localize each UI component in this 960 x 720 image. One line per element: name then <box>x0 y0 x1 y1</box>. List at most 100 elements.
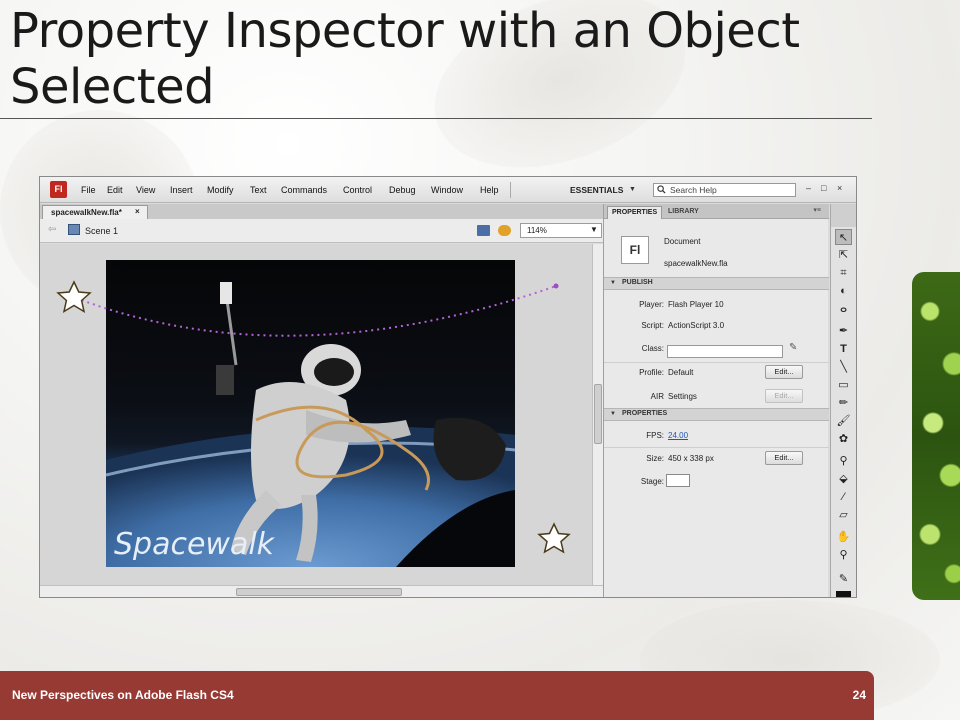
eyedropper-tool-icon[interactable]: ⁄ <box>835 489 852 505</box>
menu-insert[interactable]: Insert <box>170 185 193 195</box>
edit-scene-icon[interactable] <box>477 225 490 236</box>
menu-window[interactable]: Window <box>431 185 463 195</box>
document-type-icon: Fl <box>621 236 649 264</box>
fps-value[interactable]: 24.00 <box>668 431 688 440</box>
divider <box>604 447 829 448</box>
edit-bar: ⇦ Scene 1 114% ▼ <box>40 219 603 243</box>
line-tool-icon[interactable]: ╲ <box>835 359 852 375</box>
subselection-tool-icon[interactable]: ⇱ <box>835 247 852 263</box>
properties-section-header[interactable]: ▼ PROPERTIES <box>604 408 829 421</box>
zoom-tool-icon[interactable]: ⚲ <box>835 547 852 563</box>
scene-icon <box>68 224 80 235</box>
tab-library[interactable]: LIBRARY <box>664 206 703 219</box>
document-type-label: Document <box>664 237 701 246</box>
eraser-tool-icon[interactable]: ▱ <box>835 507 852 523</box>
profile-value: Default <box>668 368 694 377</box>
horizontal-scrollbar[interactable] <box>40 585 603 597</box>
menu-edit[interactable]: Edit <box>107 185 123 195</box>
chevron-down-icon[interactable]: ▼ <box>629 186 636 193</box>
air-edit-button[interactable]: Edit... <box>765 389 803 403</box>
zoom-select[interactable]: 114% ▼ <box>520 223 602 238</box>
vertical-scrollbar[interactable] <box>592 244 603 585</box>
close-tab-icon[interactable]: × <box>135 207 140 216</box>
scroll-thumb[interactable] <box>236 588 402 596</box>
edit-symbols-icon[interactable] <box>498 225 511 236</box>
stage-pasteboard[interactable]: Spacewalk <box>40 244 592 585</box>
decorative-leaf-image <box>912 272 960 600</box>
restore-icon[interactable]: □ <box>821 183 826 193</box>
motion-guide-path[interactable] <box>75 285 557 337</box>
collapse-triangle-icon: ▼ <box>610 411 616 417</box>
scene-label[interactable]: Scene 1 <box>85 226 118 236</box>
document-tab[interactable]: spacewalkNew.fla* × <box>42 205 148 219</box>
stroke-color-icon[interactable]: ✎ <box>835 571 852 587</box>
free-transform-tool-icon[interactable]: ⌗ <box>835 265 852 281</box>
brush-tool-icon[interactable]: 🖌 <box>835 413 852 429</box>
star-icon[interactable] <box>56 280 92 314</box>
scroll-thumb[interactable] <box>594 384 602 444</box>
flash-app-window: Fl File Edit View Insert Modify Text Com… <box>39 176 857 598</box>
document-tab-bar: spacewalkNew.fla* × <box>40 204 603 219</box>
menu-debug[interactable]: Debug <box>389 185 416 195</box>
page-number: 24 <box>852 688 866 702</box>
close-icon[interactable]: × <box>837 183 842 193</box>
fill-color-swatch[interactable] <box>836 591 851 597</box>
motion-path-endpoint[interactable] <box>553 283 559 289</box>
tab-properties[interactable]: PROPERTIES <box>607 206 663 219</box>
search-icon <box>657 185 666 194</box>
size-edit-button[interactable]: Edit... <box>765 451 803 465</box>
menu-separator <box>510 182 511 198</box>
hand-tool-icon[interactable]: ✋ <box>835 529 852 545</box>
chevron-down-icon: ▼ <box>590 225 598 234</box>
menu-commands[interactable]: Commands <box>281 185 327 195</box>
player-value: Flash Player 10 <box>668 300 724 309</box>
stage-label: Stage: <box>640 477 664 486</box>
search-help-field[interactable]: Search Help <box>653 183 796 197</box>
divider <box>604 362 829 363</box>
collapse-triangle-icon: ▼ <box>610 280 616 286</box>
footer-text: New Perspectives on Adobe Flash CS4 <box>12 688 234 702</box>
size-label: Size: <box>646 454 664 463</box>
text-tool-icon[interactable]: T <box>835 341 852 357</box>
pencil-tool-icon[interactable]: ✏ <box>835 395 852 411</box>
properties-section-label: PROPERTIES <box>622 410 668 417</box>
stage-color-swatch[interactable] <box>666 474 690 487</box>
menu-text[interactable]: Text <box>250 185 267 195</box>
selection-tool-icon[interactable]: ↖ <box>835 229 852 245</box>
panel-menu-icon[interactable]: ▾≡ <box>813 206 821 214</box>
minimize-icon[interactable]: – <box>806 183 811 193</box>
menu-view[interactable]: View <box>136 185 155 195</box>
workspace-switcher[interactable]: ESSENTIALS <box>570 185 623 195</box>
deco-tool-icon[interactable]: ✿ <box>835 431 852 447</box>
tools-panel-header <box>830 204 856 227</box>
title-divider <box>0 118 872 119</box>
menu-help[interactable]: Help <box>480 185 499 195</box>
menu-file[interactable]: File <box>81 185 96 195</box>
slide-footer: New Perspectives on Adobe Flash CS4 24 <box>0 671 874 720</box>
slide-title: Property Inspector with an Object Select… <box>10 3 800 115</box>
profile-edit-button[interactable]: Edit... <box>765 365 803 379</box>
player-label: Player: <box>639 300 664 309</box>
bone-tool-icon[interactable]: ⚲ <box>835 453 852 469</box>
tools-panel: ↖ ⇱ ⌗ ◐ ⴰ ✒ T ╲ ▭ ✏ 🖌 ✿ ⚲ ⬙ ⁄ ▱ ✋ ⚲ ✎ <box>830 227 856 597</box>
paint-bucket-tool-icon[interactable]: ⬙ <box>835 471 852 487</box>
menu-modify[interactable]: Modify <box>207 185 234 195</box>
lasso-tool-icon[interactable]: ⴰ <box>835 301 852 317</box>
motion-path-overlay <box>56 280 571 554</box>
menu-control[interactable]: Control <box>343 185 372 195</box>
panel-tabs: PROPERTIES LIBRARY ▾≡ <box>604 204 829 219</box>
3d-rotation-tool-icon[interactable]: ◐ <box>835 283 852 299</box>
size-value: 450 x 338 px <box>668 454 714 463</box>
document-tab-label: spacewalkNew.fla* <box>51 208 122 217</box>
profile-label: Profile: <box>639 368 664 377</box>
air-settings-label: Settings <box>668 392 697 401</box>
class-input[interactable] <box>667 345 783 358</box>
back-arrow-icon[interactable]: ⇦ <box>48 224 56 235</box>
star-icon[interactable] <box>537 522 571 554</box>
rectangle-tool-icon[interactable]: ▭ <box>835 377 852 393</box>
air-label: AIR <box>650 392 664 401</box>
pen-tool-icon[interactable]: ✒ <box>835 323 852 339</box>
pencil-icon[interactable]: ✎ <box>789 342 797 353</box>
fps-label: FPS: <box>646 431 664 440</box>
publish-section-header[interactable]: ▼ PUBLISH <box>604 277 829 290</box>
